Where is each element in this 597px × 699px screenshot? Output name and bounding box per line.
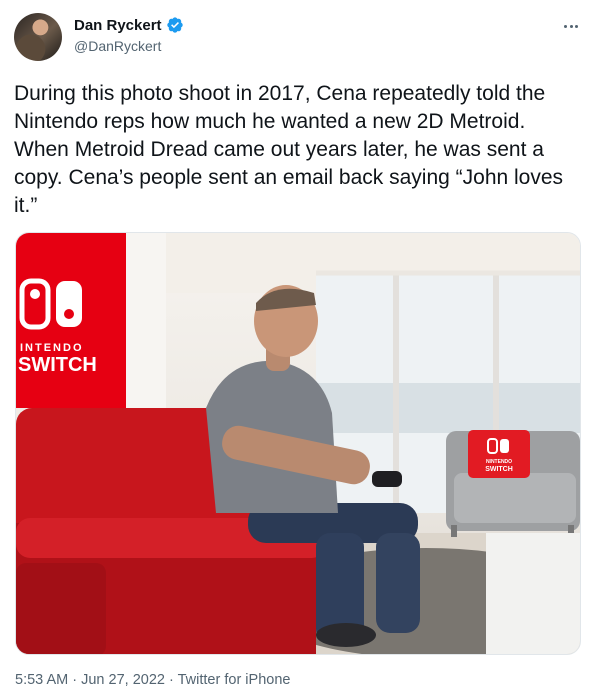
avatar[interactable]: [14, 13, 62, 61]
tweet-date[interactable]: Jun 27, 2022: [81, 672, 165, 688]
meta-separator: ·: [72, 672, 78, 688]
banner-brand-top: INTENDO: [20, 342, 84, 354]
verified-badge-icon: [166, 17, 183, 33]
pillow-brand-bottom: SWITCH: [485, 466, 513, 473]
tweet-photo[interactable]: INTENDO SWITCH NINTENDO SWITCH: [15, 232, 581, 655]
author-name-row[interactable]: Dan Ryckert: [74, 16, 184, 34]
display-name[interactable]: Dan Ryckert: [74, 17, 162, 34]
tweet-text: During this photo shoot in 2017, Cena re…: [14, 82, 564, 217]
tweet-card: Dan Ryckert @DanRyckert During this phot…: [0, 0, 597, 699]
author-handle[interactable]: @DanRyckert: [74, 38, 161, 54]
pillow-brand-top: NINTENDO: [486, 459, 512, 465]
banner-brand-bottom: SWITCH: [18, 354, 97, 376]
meta-separator: ·: [169, 672, 174, 688]
photo-illustration: INTENDO SWITCH NINTENDO SWITCH: [16, 233, 580, 654]
tweet-time[interactable]: 5:53 AM: [15, 672, 68, 688]
tweet-metadata: 5:53 AM · Jun 27, 2022 · Twitter for iPh…: [15, 672, 290, 688]
more-options-icon[interactable]: [559, 14, 583, 38]
tweet-source[interactable]: Twitter for iPhone: [178, 672, 291, 688]
